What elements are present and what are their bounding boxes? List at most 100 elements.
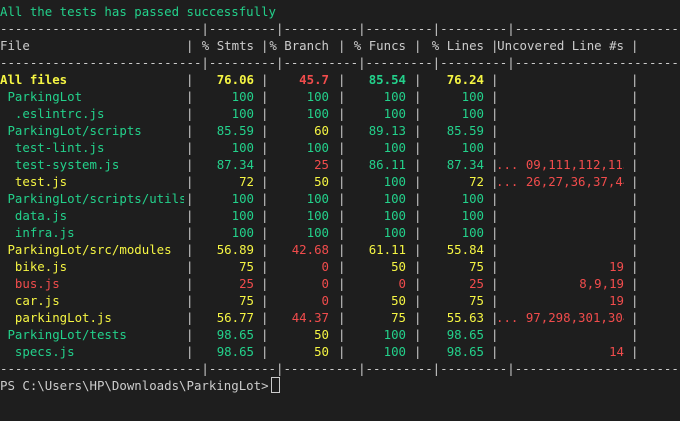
cell-stmts: 100 (231, 191, 254, 206)
cell-stmts: 98.65 (216, 344, 254, 359)
table-row: All files | 76.06 | 45.7 | 85.54 | 76.24 | | (0, 71, 680, 88)
cell-file: ParkingLot/tests (0, 327, 127, 342)
column-divider: | (631, 191, 639, 206)
table-separator-top: ---------------------------|---------|--… (0, 21, 679, 36)
cell-branch: 0 (321, 259, 329, 274)
cell-lines: 100 (461, 89, 484, 104)
table-row: bike.js | 75 | 0 | 50 | 75 | 19 | (0, 258, 680, 275)
table-row: bus.js | 25 | 0 | 0 | 25 | 8,9,19 | (0, 275, 680, 292)
cell-file: specs.js (0, 344, 75, 359)
table-separator-bottom: ---------------------------|---------|--… (0, 361, 679, 376)
table-row: ParkingLot/src/modules | 56.89 | 42.68 | 61.11… (0, 241, 680, 258)
table-row: specs.js | 98.65 | 50 | 100 | 98.65 | 14 | (0, 343, 680, 360)
cell-stmts: 75 (239, 259, 254, 274)
cell-file: infra.js (0, 225, 75, 240)
header-file: File (0, 38, 30, 53)
column-divider: | (631, 259, 639, 274)
cell-file: test.js (0, 174, 68, 189)
table-row: parkingLot.js | 56.77 | 44.37 | 75 | 55.63 |... 9… (0, 309, 680, 326)
cell-branch: 100 (306, 191, 329, 206)
table-row: .eslintrc.js | 100 | 100 | 100 | 100 | | (0, 105, 680, 122)
cell-funcs: 85.54 (368, 72, 406, 87)
cell-lines: 55.63 (446, 310, 484, 325)
cell-funcs: 61.11 (368, 242, 406, 257)
cell-uncovered (496, 224, 624, 241)
column-divider: | (631, 89, 639, 104)
cell-uncovered (496, 326, 624, 343)
table-row: ParkingLot/scripts | 85.59 | 60 | 89.13 | 85.59 |… (0, 122, 680, 139)
cell-branch: 0 (321, 293, 329, 308)
cell-funcs: 50 (391, 259, 406, 274)
cell-file: test-system.js (0, 157, 120, 172)
cell-stmts: 100 (231, 140, 254, 155)
cell-file: All files (0, 72, 68, 87)
cell-funcs: 50 (391, 293, 406, 308)
cell-branch: 100 (306, 89, 329, 104)
cell-uncovered: ... 97,298,301,304 (496, 310, 624, 325)
cell-stmts: 100 (231, 208, 254, 223)
terminal-window[interactable]: All the tests has passed successfully --… (0, 0, 680, 421)
cell-stmts: 56.77 (216, 310, 254, 325)
cell-branch: 50 (314, 174, 329, 189)
header-lines: % Lines (431, 38, 484, 53)
cell-stmts: 56.89 (216, 242, 254, 257)
column-divider: | (631, 293, 639, 308)
cell-uncovered: 14 (609, 344, 624, 359)
cell-uncovered: ... 09,111,112,115 (496, 157, 624, 172)
cell-uncovered (496, 207, 624, 224)
table-row: test.js | 72 | 50 | 100 | 72 |... 26,27,36,37,44 | (0, 173, 680, 190)
cell-uncovered (496, 105, 624, 122)
column-divider: | (631, 174, 639, 189)
coverage-table-body: All files | 76.06 | 45.7 | 85.54 | 76.24 | | Parki… (0, 71, 680, 360)
cell-branch: 0 (321, 276, 329, 291)
cell-stmts: 100 (231, 89, 254, 104)
column-divider: | (631, 38, 639, 53)
cell-uncovered (496, 88, 624, 105)
cell-stmts: 72 (239, 174, 254, 189)
cell-branch: 25 (314, 157, 329, 172)
cell-lines: 87.34 (446, 157, 484, 172)
table-row: car.js | 75 | 0 | 50 | 75 | 19 | (0, 292, 680, 309)
column-divider: | (631, 327, 639, 342)
cell-lines: 25 (469, 276, 484, 291)
cell-lines: 55.84 (446, 242, 484, 257)
table-separator-header: ---------------------------|---------|--… (0, 55, 679, 70)
cell-uncovered: 19 (609, 259, 624, 274)
cell-file: bike.js (0, 259, 68, 274)
table-row: ParkingLot | 100 | 100 | 100 | 100 | | (0, 88, 680, 105)
cell-branch: 42.68 (291, 242, 329, 257)
column-divider: | (631, 242, 639, 257)
cell-file: ParkingLot/scripts (0, 123, 142, 138)
column-divider: | (631, 106, 639, 121)
cell-branch: 100 (306, 208, 329, 223)
table-row: test-system.js | 87.34 | 25 | 86.11 | 87.34 |... … (0, 156, 680, 173)
command-prompt-line[interactable]: PS C:\Users\HP\Downloads\ParkingLot> (0, 377, 680, 394)
cell-file: ParkingLot/scripts/utils (0, 191, 184, 206)
cell-lines: 100 (461, 106, 484, 121)
header-funcs: % Funcs (353, 38, 406, 53)
column-divider: | (631, 72, 639, 87)
cell-file: bus.js (0, 276, 60, 291)
cell-funcs: 86.11 (368, 157, 406, 172)
cell-funcs: 100 (383, 140, 406, 155)
cell-stmts: 75 (239, 293, 254, 308)
cell-stmts: 100 (231, 225, 254, 240)
cell-stmts: 98.65 (216, 327, 254, 342)
prompt-text: PS C:\Users\HP\Downloads\ParkingLot> (0, 378, 269, 393)
cell-funcs: 89.13 (368, 123, 406, 138)
status-message: All the tests has passed successfully (0, 4, 277, 19)
cell-lines: 100 (461, 225, 484, 240)
cell-funcs: 100 (383, 191, 406, 206)
header-branch: % Branch (269, 38, 329, 53)
column-divider: | (631, 310, 639, 325)
text-cursor[interactable] (270, 377, 280, 393)
cell-funcs: 100 (383, 208, 406, 223)
cell-lines: 98.65 (446, 327, 484, 342)
cell-uncovered (496, 190, 624, 207)
table-row: ParkingLot/scripts/utils | 100 | 100 | 100 | 100… (0, 190, 680, 207)
cell-uncovered: 8,9,19 (579, 276, 624, 291)
column-divider: | (631, 344, 639, 359)
cell-file: parkingLot.js (0, 310, 112, 325)
cell-funcs: 100 (383, 327, 406, 342)
column-divider: | (631, 208, 639, 223)
